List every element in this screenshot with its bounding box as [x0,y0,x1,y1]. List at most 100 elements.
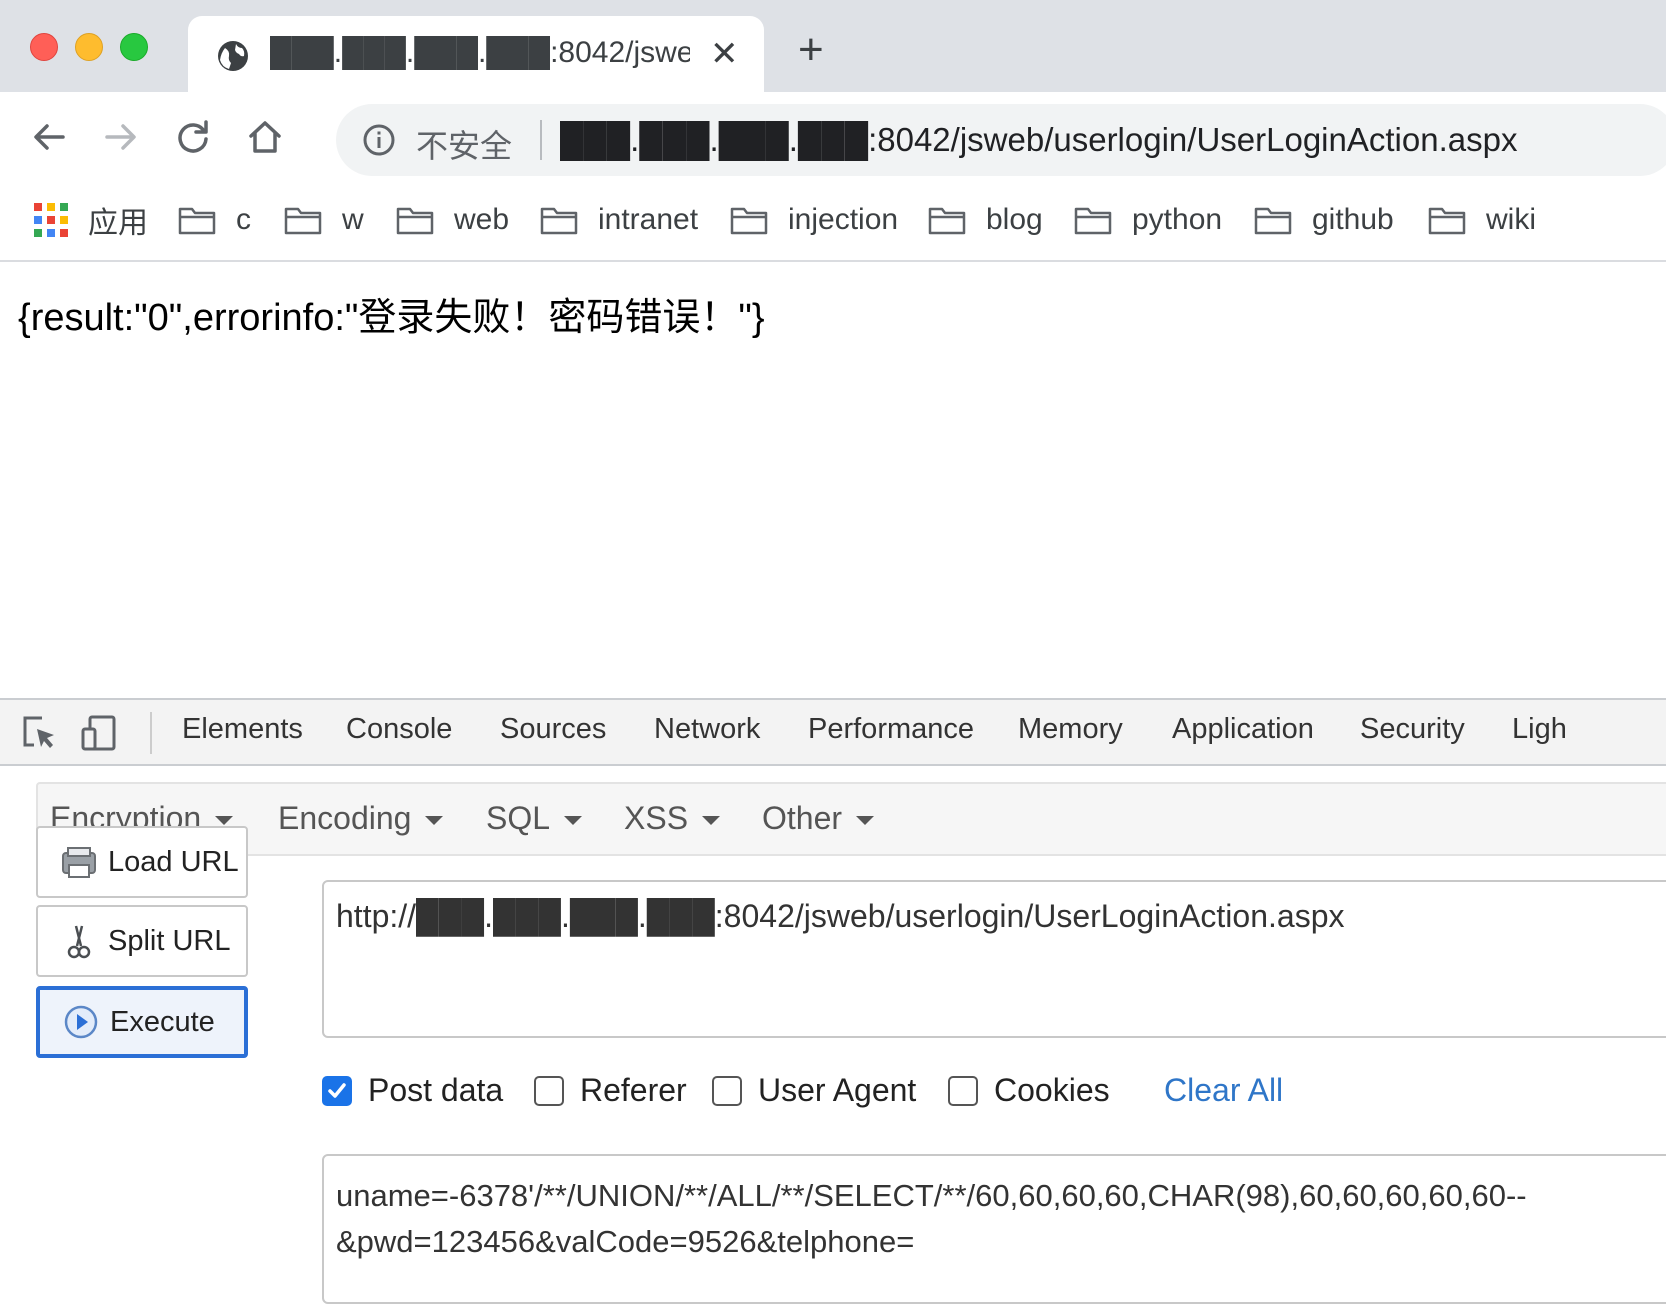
devtools-toolbar-divider [150,712,152,754]
bookmark-apps[interactable]: 应用 [34,198,148,242]
devtools-tab-elements[interactable]: Elements [182,713,303,746]
apps-grid-dot [47,216,55,224]
forward-arrow-icon [105,124,136,150]
zoom-window-button[interactable] [120,33,148,61]
play-icon [64,1005,98,1039]
bookmark-label: github [1312,203,1394,236]
forward-button[interactable] [98,114,144,160]
clear-all-link[interactable]: Clear All [1164,1072,1283,1109]
option-label: Cookies [994,1072,1110,1108]
apps-grid-dot [34,216,42,224]
checkbox[interactable] [322,1075,352,1106]
load-url-icon [62,847,96,878]
apps-grid-dot [60,203,68,211]
bookmark-label: wiki [1486,203,1536,236]
checkmark-icon [328,1082,346,1098]
device-toolbar-icon[interactable] [80,714,118,752]
address-separator [540,120,542,160]
devtools-tab-security[interactable]: Security [1360,713,1465,746]
devtools-tab-network[interactable]: Network [654,713,760,746]
hackbar-url-value: http://███.███.███.███:8042/jsweb/userlo… [336,898,1345,934]
bookmark-w[interactable]: w [284,198,364,242]
load-url-button[interactable]: Load URL [36,826,248,898]
checkbox[interactable] [948,1075,978,1106]
globe-icon [218,41,248,71]
load-url-label: Load URL [108,845,239,878]
browser-tab-active[interactable]: ███.███.███.███:8042/jsweb/us ✕ [188,16,764,94]
caret-down-icon [702,816,721,825]
hackbar-menu-label: Encoding [278,800,412,836]
devtools-tab-console[interactable]: Console [346,713,452,746]
minimize-window-button[interactable] [75,33,103,61]
folder-icon [730,207,768,235]
hackbar-menu-encoding[interactable]: Encoding [278,800,444,837]
folder-icon [928,207,966,235]
bookmark-blog[interactable]: blog [928,198,1043,242]
option-cookies[interactable]: Cookies [948,1072,1110,1109]
bookmark-intranet[interactable]: intranet [540,198,698,242]
address-bar[interactable]: 不安全 ███.███.███.███:8042/jsweb/userlogin… [336,104,1666,176]
response-body: {result:"0",errorinfo:"登录失败！密码错误！"} [18,297,765,339]
page-content: {result:"0",errorinfo:"登录失败！密码错误！"} [0,264,1666,698]
checkbox[interactable] [712,1075,742,1106]
folder-icon [284,207,322,235]
hackbar-menu-other[interactable]: Other [762,800,875,837]
tab-close-icon[interactable]: ✕ [710,32,739,76]
caret-down-icon [425,816,444,825]
address-url[interactable]: ███.███.███.███:8042/jsweb/userlogin/Use… [560,121,1517,159]
security-label: 不安全 [416,128,513,164]
back-button[interactable] [26,114,72,160]
hackbar-menu-bar: Encryption Encoding SQL XSS Other [36,782,1666,856]
tab-strip: ███.███.███.███:8042/jsweb/us ✕ + [0,0,1666,94]
hackbar-url-textarea[interactable]: http://███.███.███.███:8042/jsweb/userlo… [322,880,1666,1038]
devtools-tab-memory[interactable]: Memory [1018,713,1123,746]
bookmark-injection[interactable]: injection [730,198,898,242]
folder-icon [178,207,216,235]
option-label: Referer [580,1072,687,1108]
devtools-tab-sources[interactable]: Sources [500,713,606,746]
apps-grid-dot [60,216,68,224]
bookmark-label: intranet [598,203,699,236]
checkbox[interactable] [534,1075,564,1106]
apps-grid-icon [34,203,68,237]
folder-icon [1074,207,1112,235]
option-post-data[interactable]: Post data [322,1072,503,1109]
reload-button[interactable] [170,114,216,160]
folder-icon [396,207,434,235]
hackbar-menu-xss[interactable]: XSS [624,800,721,837]
bookmark-web[interactable]: web [396,198,509,242]
tab-title: ███.███.███.███:8042/jsweb/us [270,36,690,69]
bookmark-python[interactable]: python [1074,198,1222,242]
option-label: Post data [368,1072,504,1108]
new-tab-button[interactable]: + [798,28,824,72]
devtools-tab-performance[interactable]: Performance [808,713,974,746]
bookmarks-bar: 应用 c w web intranet injection blog python githu… [0,184,1666,262]
folder-icon [1254,207,1292,235]
devtools-tab-application[interactable]: Application [1172,713,1314,746]
apps-grid-dot [34,229,42,237]
hackbar-menu-label: Other [762,800,843,836]
apps-grid-dot [34,203,42,211]
bookmark-label: c [236,203,251,236]
bookmark-wiki[interactable]: wiki [1428,198,1536,242]
bookmark-github[interactable]: github [1254,198,1394,242]
option-user-agent[interactable]: User Agent [712,1072,916,1109]
hackbar-menu-sql[interactable]: SQL [486,800,583,837]
option-referer[interactable]: Referer [534,1072,687,1109]
execute-button[interactable]: Execute [36,986,248,1058]
inspect-element-icon[interactable] [20,714,58,752]
scissors-icon [67,925,91,959]
devtools-tab-ligh[interactable]: Ligh [1512,713,1567,746]
home-button[interactable] [242,114,288,160]
apps-grid-dot [60,229,68,237]
bookmark-label: web [454,203,510,236]
caret-down-icon [856,816,875,825]
post-data-textarea[interactable]: uname=-6378'/**/UNION/**/ALL/**/SELECT/*… [322,1154,1666,1304]
caret-down-icon [564,816,583,825]
info-icon[interactable] [362,123,396,157]
close-window-button[interactable] [30,33,58,61]
split-url-button[interactable]: Split URL [36,905,248,977]
apps-grid-dot [47,203,55,211]
bookmark-c[interactable]: c [178,198,251,242]
reload-icon [178,120,208,153]
